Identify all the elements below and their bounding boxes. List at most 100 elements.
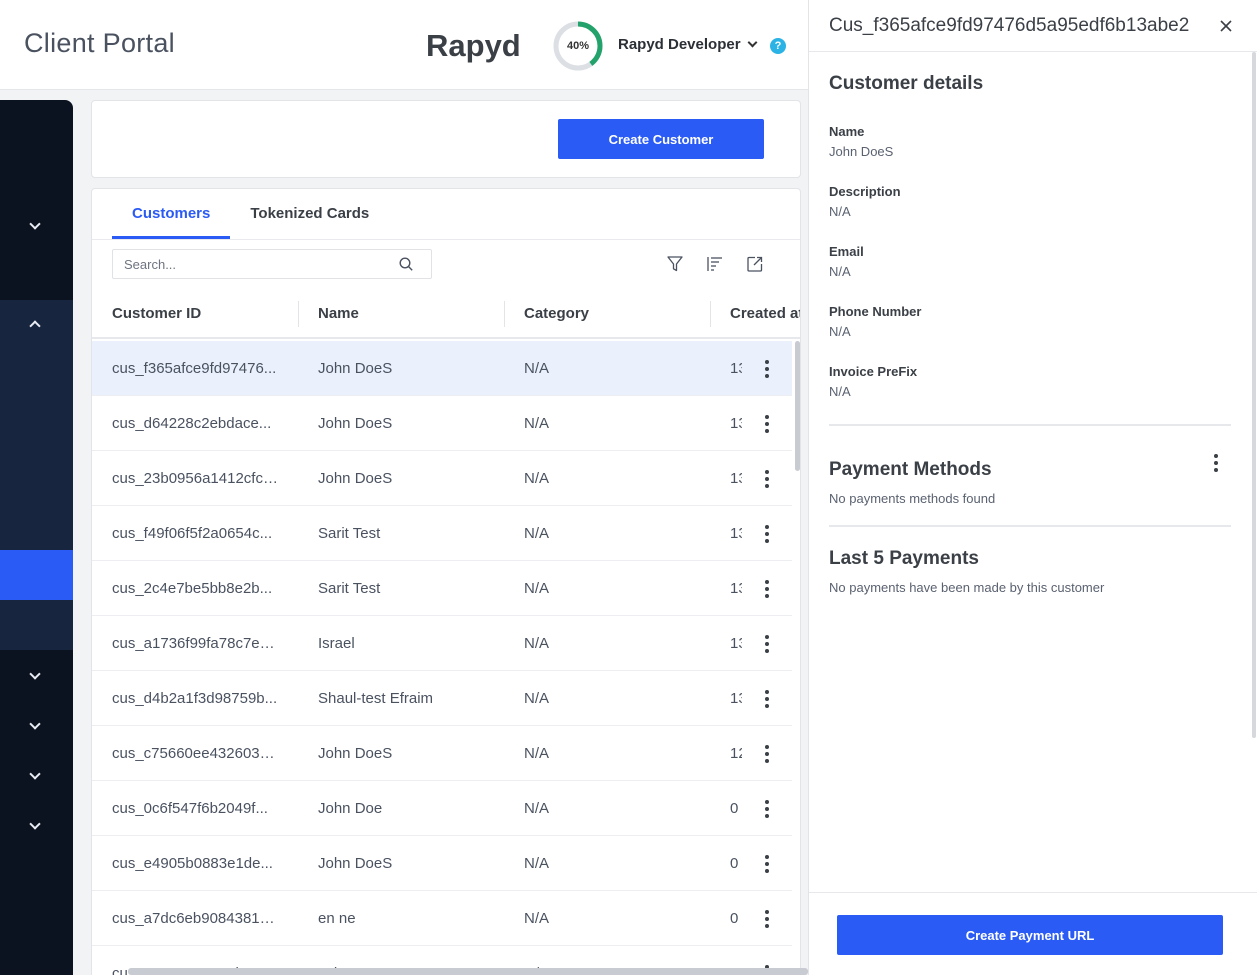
customer-details-title: Customer details [829,73,984,94]
section-divider [829,424,1231,426]
cell-name: en ne [318,910,356,927]
cell-name: John DoeS [318,855,393,872]
cell-name: John DoeS [318,360,393,377]
table-row[interactable]: cus_f365afce9fd97476... John DoeS N/A 13 [92,341,792,396]
table-row[interactable]: cus_a1736f99fa78c7ea... Israel N/A 13 [92,616,792,671]
tabs-divider [92,239,800,240]
cell-category: N/A [524,635,550,652]
cell-created-at: 13 [730,635,742,652]
cell-name: John Doe [318,800,383,817]
cell-created-at: 13 [730,690,742,707]
field-label-invoice-prefix: Invoice PreFix [829,364,918,379]
cell-name: Shaul-test Efraim [318,690,434,707]
help-icon[interactable]: ? [770,38,786,54]
table-body: cus_f365afce9fd97476...John DoeSN/A13cus… [92,341,792,975]
panel-footer: Create Payment URL [809,892,1257,975]
customer-details-panel: Cus_f365afce9fd97476d5a95edf6b13abe2 Cus… [808,0,1257,975]
brand-logo: Rapyd [426,28,521,63]
table-row[interactable]: cus_0c6f547f6b2049f... John Doe N/A 0 [92,781,792,836]
cell-created-at: 12 [730,745,742,762]
table-row[interactable]: cus_a7dc6eb90843819... en ne N/A 0 [92,891,792,946]
panel-scrollbar[interactable] [1252,52,1256,738]
table-row[interactable]: cus_d64228c2ebdace... John DoeS N/A 13 [92,396,792,451]
search-icon[interactable] [399,257,413,271]
column-divider[interactable] [504,301,505,327]
table-row[interactable]: cus_2c4e7be5bb8e2b... Sarit Test N/A 13 [92,561,792,616]
table-row[interactable]: cus_23b0956a1412cfc0... John DoeS N/A 13 [92,451,792,506]
sort-icon[interactable] [706,255,724,273]
column-header-customer-id[interactable]: Customer ID [112,289,292,339]
chevron-down-icon[interactable] [29,818,41,830]
cell-name: Sarit Test [318,525,381,542]
filter-icon[interactable] [666,255,684,273]
horizontal-scrollbar[interactable] [128,968,808,975]
column-divider[interactable] [710,301,711,327]
cell-name: John DoeS [318,470,393,487]
table-scrollbar[interactable] [795,341,800,471]
field-value-description: N/A [829,204,851,219]
cell-category: N/A [524,580,550,597]
cell-name: John DoeS [318,415,393,432]
field-label-phone: Phone Number [829,304,922,319]
cell-customer-id: cus_2c4e7be5bb8e2b... [112,580,273,597]
last-payments-empty: No payments have been made by this custo… [829,580,1105,595]
row-menu-icon[interactable] [764,415,770,433]
column-divider[interactable] [298,301,299,327]
table-row[interactable]: cus_e4905b0883e1de... John DoeS N/A 0 [92,836,792,891]
row-menu-icon[interactable] [764,470,770,488]
tab-bar: Customers Tokenized Cards [112,189,389,239]
row-menu-icon[interactable] [764,360,770,378]
row-menu-icon[interactable] [764,580,770,598]
column-header-category[interactable]: Category [524,289,704,339]
table-row[interactable]: cus_c75660ee4326037... John DoeS N/A 12 [92,726,792,781]
create-payment-url-button[interactable]: Create Payment URL [837,915,1223,955]
cell-created-at: 0 [730,910,739,927]
sidebar-expanded-group [0,300,73,550]
row-menu-icon[interactable] [764,690,770,708]
row-menu-icon[interactable] [764,800,770,818]
cell-created-at: 13 [730,470,742,487]
row-menu-icon[interactable] [764,525,770,543]
cell-created-at: 13 [730,360,742,377]
chevron-down-icon[interactable] [29,768,41,780]
chevron-down-icon[interactable] [29,718,41,730]
customers-card: Customers Tokenized Cards Customer ID Na… [91,188,801,975]
column-header-created-at[interactable]: Created at [730,289,800,339]
account-name: Rapyd Developer [618,36,741,53]
create-customer-button[interactable]: Create Customer [558,119,764,159]
cell-customer-id: cus_c75660ee4326037... [112,745,280,762]
cell-name: Sarit Test [318,580,381,597]
row-menu-icon[interactable] [764,635,770,653]
progress-percent: 40% [566,40,590,52]
payment-methods-title: Payment Methods [829,459,992,480]
panel-header: Cus_f365afce9fd97476d5a95edf6b13abe2 [809,0,1257,52]
chevron-down-icon[interactable] [29,218,41,230]
cell-created-at: 0 [730,855,739,872]
close-icon[interactable] [1219,19,1233,33]
table-header: Customer ID Name Category Created at [92,289,800,339]
tab-customers[interactable]: Customers [112,189,231,239]
tab-tokenized-cards[interactable]: Tokenized Cards [230,189,389,239]
export-icon[interactable] [746,255,764,273]
cell-name: Israel [318,635,355,652]
row-menu-icon[interactable] [764,910,770,928]
cell-created-at: 0 [730,800,739,817]
chevron-down-icon[interactable] [29,668,41,680]
search-input[interactable] [113,250,383,278]
field-label-description: Description [829,184,901,199]
search-box [112,249,432,279]
sidebar-item[interactable] [0,600,73,650]
sidebar-item-selected[interactable] [0,550,73,600]
account-switcher[interactable]: Rapyd Developer [618,36,757,53]
table-row[interactable]: cus_d4b2a1f3d98759b... Shaul-test Efraim N… [92,671,792,726]
cell-created-at: 13 [730,525,742,542]
table-row[interactable]: cus_f49f06f5f2a0654c... Sarit Test N/A 13 [92,506,792,561]
cell-name: John DoeS [318,745,393,762]
column-header-name[interactable]: Name [318,289,498,339]
actions-card: Create Customer [91,100,801,178]
row-menu-icon[interactable] [764,745,770,763]
row-menu-icon[interactable] [764,855,770,873]
field-value-phone: N/A [829,324,851,339]
payment-methods-menu-icon[interactable] [1213,454,1219,472]
cell-customer-id: cus_f365afce9fd97476... [112,360,277,377]
